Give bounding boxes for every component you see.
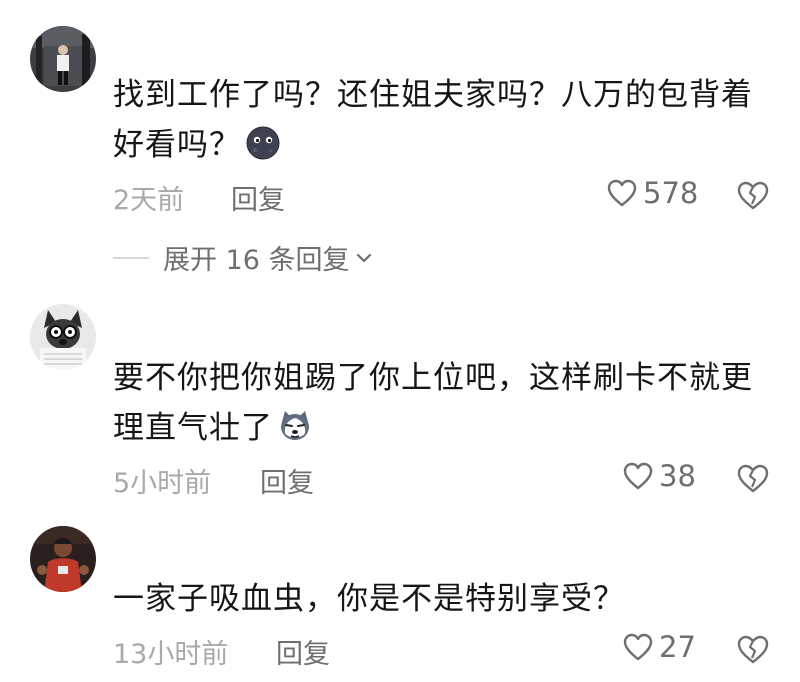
broken-heart-icon[interactable] [736,632,770,666]
avatar[interactable] [30,304,96,370]
like-count: 27 [659,630,696,664]
comment-meta: 2天前 回复 578 [113,172,769,218]
comment-time: 5小时前 [113,468,212,499]
reply-button[interactable]: 回复 [231,178,285,217]
avatar[interactable] [30,26,96,92]
expand-replies-button[interactable]: 展开 16 条回复 [113,238,374,277]
heart-icon [607,179,637,207]
expand-replies-label: 展开 16 条回复 [163,245,350,276]
like-button[interactable]: 38 [623,459,696,493]
comment-text: 要不你把你姐踢了你上位吧，这样刷卡不就更理直气壮了 [113,360,753,446]
comment-time: 13小时前 [113,639,229,670]
comment-meta: 5小时前 回复 38 [113,455,769,501]
like-count: 578 [643,176,699,210]
like-button[interactable]: 578 [607,176,698,210]
heart-icon [623,633,653,661]
comment-text: 找到工作了吗？还住姐夫家吗？八万的包背着好看吗？ [113,77,753,163]
comment-time: 2天前 [113,185,185,216]
like-count: 38 [659,459,696,493]
divider [113,256,149,259]
comment-meta: 13小时前 回复 27 [113,626,769,672]
broken-heart-icon[interactable] [736,178,770,212]
comment-text: 一家子吸血虫，你是不是特别享受？ [113,581,625,617]
avatar[interactable] [30,526,96,592]
husky-face-emoji [281,411,309,440]
heart-icon [623,462,653,490]
reply-button[interactable]: 回复 [276,632,330,671]
chevron-down-icon [356,253,371,262]
like-button[interactable]: 27 [623,630,696,664]
reply-button[interactable]: 回复 [260,461,314,500]
moon-face-emoji [246,126,280,160]
broken-heart-icon[interactable] [736,461,770,495]
